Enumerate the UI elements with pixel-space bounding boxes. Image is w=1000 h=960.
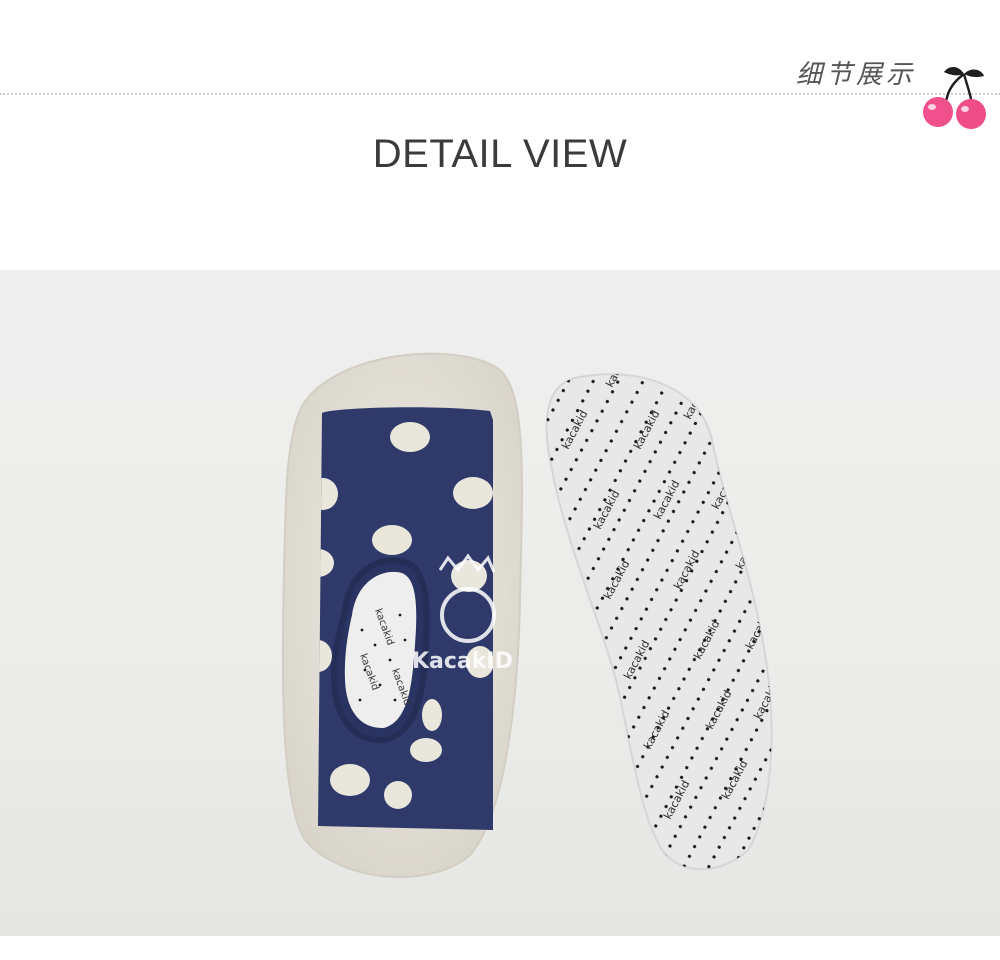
bottom-margin xyxy=(0,936,1000,960)
cherry-icon xyxy=(923,67,986,129)
section-label-chinese: 细节展示 xyxy=(796,60,917,90)
svg-text:KacakID: KacakID xyxy=(412,649,513,674)
product-photo: kacakid kacakid kacakid KacakID kacakid … xyxy=(0,270,1000,936)
removable-insole: kacakid kacakid kacakid kacakid kacakid … xyxy=(545,373,773,871)
page-title: DETAIL VIEW xyxy=(372,132,628,176)
dotted-divider xyxy=(0,93,1000,95)
page-header: 细节展示 DETAIL VIEW xyxy=(0,0,1000,270)
polka-dot-sock: kacakid kacakid kacakid xyxy=(318,407,493,830)
